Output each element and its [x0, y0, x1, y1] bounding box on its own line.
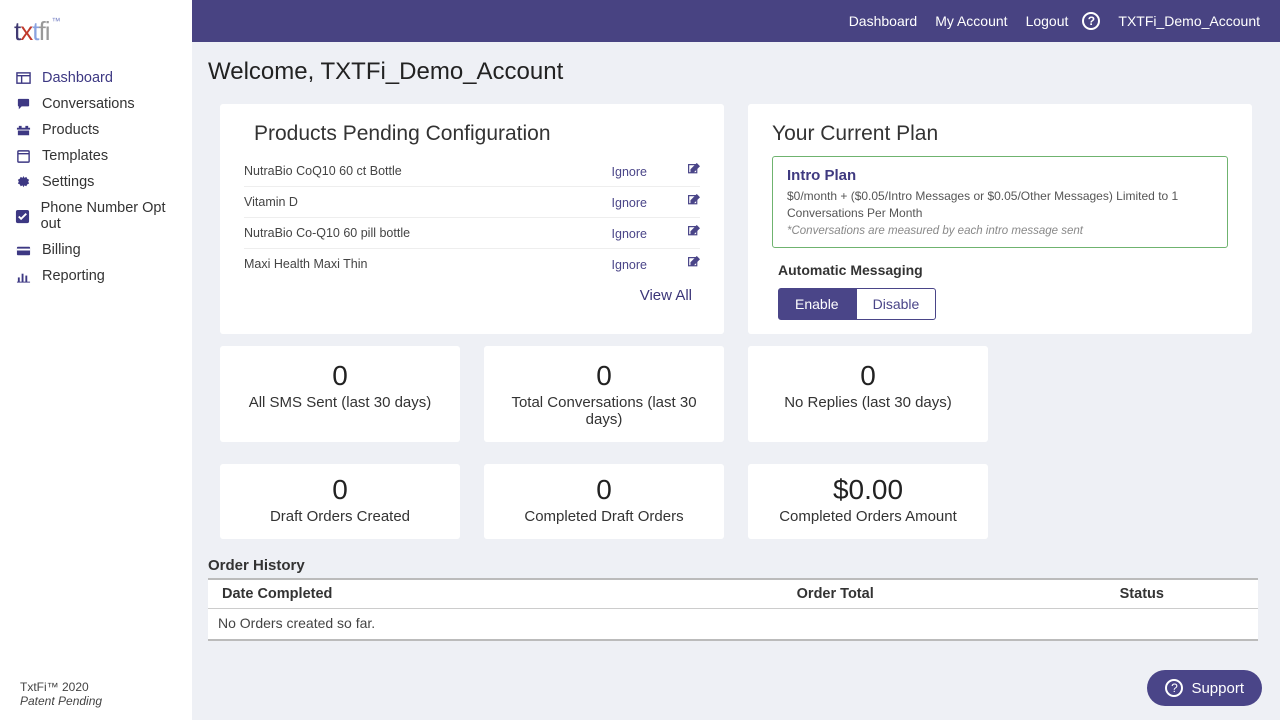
- stat-value: $0.00: [758, 474, 978, 506]
- disable-button[interactable]: Disable: [856, 288, 937, 320]
- edit-icon[interactable]: [687, 258, 700, 272]
- order-table-empty: No Orders created so far.: [208, 609, 1258, 639]
- sidebar-label: Reporting: [42, 268, 105, 284]
- sidebar-label: Products: [42, 122, 99, 138]
- sidebar-label: Settings: [42, 174, 94, 190]
- sidebar-label: Billing: [42, 242, 81, 258]
- billing-icon: [14, 243, 32, 258]
- pending-title: Products Pending Configuration: [254, 122, 700, 146]
- stat-card: 0 Completed Draft Orders: [484, 464, 724, 539]
- ignore-link[interactable]: Ignore: [612, 165, 647, 179]
- product-name: NutraBio CoQ10 60 ct Bottle: [244, 164, 402, 178]
- plan-note: *Conversations are measured by each intr…: [787, 225, 1213, 237]
- products-icon: [14, 123, 32, 138]
- col-date: Date Completed: [222, 586, 631, 602]
- sidebar-item-reporting[interactable]: Reporting: [0, 263, 192, 289]
- sidebar-item-templates[interactable]: Templates: [0, 143, 192, 169]
- stat-value: 0: [494, 360, 714, 392]
- sidebar-label: Templates: [42, 148, 108, 164]
- order-table: Date Completed Order Total Status No Ord…: [208, 578, 1258, 641]
- stat-value: 0: [230, 474, 450, 506]
- enable-button[interactable]: Enable: [778, 288, 856, 320]
- col-total: Order Total: [631, 586, 1040, 602]
- sidebar-item-billing[interactable]: Billing: [0, 237, 192, 263]
- sidebar-item-settings[interactable]: Settings: [0, 169, 192, 195]
- stat-label: Completed Orders Amount: [758, 508, 978, 525]
- stat-value: 0: [494, 474, 714, 506]
- ignore-link[interactable]: Ignore: [612, 258, 647, 272]
- topbar-account-name[interactable]: TXTFi_Demo_Account: [1118, 13, 1260, 29]
- plan-name: Intro Plan: [787, 167, 1213, 184]
- ignore-link[interactable]: Ignore: [612, 227, 647, 241]
- automessage-label: Automatic Messaging: [778, 262, 1228, 278]
- stat-card: 0 No Replies (last 30 days): [748, 346, 988, 442]
- footer: TxtFi™ 2020 Patent Pending: [20, 680, 102, 708]
- stat-value: 0: [230, 360, 450, 392]
- order-history-title: Order History: [208, 557, 1258, 574]
- support-icon: ?: [1165, 679, 1183, 697]
- stat-value: 0: [758, 360, 978, 392]
- page-title: Welcome, TXTFi_Demo_Account: [208, 58, 1258, 86]
- edit-icon[interactable]: [687, 165, 700, 179]
- chat-icon: [14, 97, 32, 112]
- pending-item: Vitamin D Ignore: [244, 187, 700, 218]
- sidebar: txtfi™ Dashboard Conversations Products …: [0, 0, 192, 720]
- pending-card: Products Pending Configuration NutraBio …: [220, 104, 724, 334]
- pending-list: NutraBio CoQ10 60 ct BottleIgnoreVitamin…: [244, 156, 700, 279]
- templates-icon: [14, 149, 32, 164]
- plan-desc: $0/month + ($0.05/Intro Messages or $0.0…: [787, 188, 1213, 222]
- topbar-dashboard[interactable]: Dashboard: [849, 13, 918, 29]
- support-button[interactable]: ? Support: [1147, 670, 1262, 706]
- pending-item: Maxi Health Maxi Thin Ignore: [244, 249, 700, 279]
- sidebar-item-conversations[interactable]: Conversations: [0, 91, 192, 117]
- ignore-link[interactable]: Ignore: [612, 196, 647, 210]
- sidebar-item-products[interactable]: Products: [0, 117, 192, 143]
- footer-patent: Patent Pending: [20, 694, 102, 708]
- chart-icon: [14, 269, 32, 284]
- product-name: NutraBio Co-Q10 60 pill bottle: [244, 226, 410, 240]
- stat-label: All SMS Sent (last 30 days): [230, 394, 450, 411]
- check-icon: [14, 209, 31, 224]
- col-status: Status: [1040, 586, 1244, 602]
- view-all-link[interactable]: View All: [640, 287, 692, 304]
- stat-card: 0 All SMS Sent (last 30 days): [220, 346, 460, 442]
- order-table-head: Date Completed Order Total Status: [208, 580, 1258, 609]
- topbar-logout[interactable]: Logout: [1026, 13, 1069, 29]
- stat-label: Draft Orders Created: [230, 508, 450, 525]
- stat-card: 0Total Conversations (last 30 days): [484, 346, 724, 442]
- pending-item: NutraBio Co-Q10 60 pill bottle Ignore: [244, 218, 700, 249]
- edit-icon[interactable]: [687, 227, 700, 241]
- support-label: Support: [1191, 680, 1244, 697]
- gear-icon: [14, 175, 32, 190]
- edit-icon[interactable]: [687, 196, 700, 210]
- stats-row-1: 0All SMS Sent (last 30 days)0Total Conve…: [220, 346, 1258, 442]
- pending-item: NutraBio CoQ10 60 ct Bottle Ignore: [244, 156, 700, 187]
- plan-box: Intro Plan $0/month + ($0.05/Intro Messa…: [772, 156, 1228, 248]
- dashboard-icon: [14, 71, 32, 86]
- sidebar-item-dashboard[interactable]: Dashboard: [0, 65, 192, 91]
- stat-card: 0 Draft Orders Created: [220, 464, 460, 539]
- product-name: Maxi Health Maxi Thin: [244, 257, 367, 271]
- sidebar-label: Dashboard: [42, 70, 113, 86]
- plan-title: Your Current Plan: [772, 122, 1228, 146]
- help-icon[interactable]: ?: [1082, 12, 1100, 30]
- topbar-myaccount[interactable]: My Account: [935, 13, 1007, 29]
- stat-label: No Replies (last 30 days): [758, 394, 978, 411]
- automessage-toggle: Enable Disable: [778, 288, 1228, 320]
- stat-label: Completed Draft Orders: [494, 508, 714, 525]
- logo: txtfi™: [0, 8, 192, 61]
- sidebar-item-optout[interactable]: Phone Number Opt out: [0, 195, 192, 237]
- stat-label: Total Conversations (last 30 days): [494, 394, 714, 428]
- sidebar-label: Conversations: [42, 96, 135, 112]
- sidebar-label: Phone Number Opt out: [41, 200, 178, 232]
- plan-card: Your Current Plan Intro Plan $0/month + …: [748, 104, 1252, 334]
- stat-card: $0.00 Completed Orders Amount: [748, 464, 988, 539]
- stats-row-2: 0 Draft Orders Created 0 Completed Draft Or…: [220, 464, 1258, 539]
- product-name: Vitamin D: [244, 195, 298, 209]
- main: Welcome, TXTFi_Demo_Account Products Pen…: [192, 42, 1280, 720]
- sidebar-nav: Dashboard Conversations Products Templat…: [0, 61, 192, 293]
- footer-copyright: TxtFi™ 2020: [20, 680, 102, 694]
- topbar: Dashboard My Account Logout ? TXTFi_Demo…: [192, 0, 1280, 42]
